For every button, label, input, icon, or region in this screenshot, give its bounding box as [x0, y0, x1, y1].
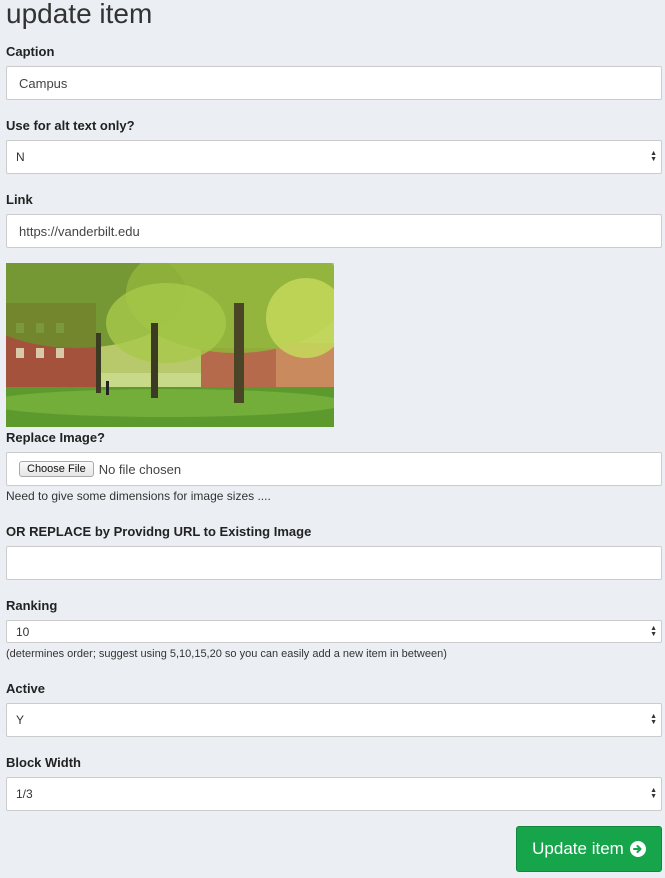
- block-width-value: 1/3: [16, 787, 33, 801]
- link-value: https://vanderbilt.edu: [19, 223, 140, 239]
- choose-file-button[interactable]: Choose File: [19, 461, 94, 477]
- arrow-circle-right-icon: [629, 841, 646, 857]
- link-label: Link: [6, 192, 33, 207]
- active-value: Y: [16, 713, 25, 727]
- ranking-help: (determines order; suggest using 5,10,15…: [6, 648, 447, 660]
- select-arrows-icon: ▲ ▼: [650, 150, 657, 163]
- active-select[interactable]: Y ▲ ▼: [6, 703, 662, 737]
- alt-text-only-value: N: [16, 150, 25, 164]
- ranking-label: Ranking: [6, 598, 58, 613]
- block-width-select[interactable]: 1/3 ▲ ▼: [6, 777, 662, 811]
- select-arrows-icon: ▲ ▼: [650, 713, 657, 726]
- update-item-label: Update item: [532, 839, 624, 858]
- page-title: update item: [6, 0, 153, 29]
- select-arrows-icon: ▲ ▼: [650, 624, 657, 638]
- block-width-label: Block Width: [6, 755, 81, 770]
- ranking-select[interactable]: 10 ▲ ▼: [6, 620, 662, 643]
- select-arrows-icon: ▲ ▼: [650, 787, 657, 800]
- item-image: [6, 263, 334, 427]
- caption-value: Campus: [19, 75, 68, 91]
- caption-input[interactable]: Campus: [6, 66, 662, 100]
- replace-url-input[interactable]: [6, 546, 662, 580]
- replace-image-help: Need to give some dimensions for image s…: [6, 489, 271, 503]
- update-item-button[interactable]: Update item: [516, 826, 662, 872]
- file-status: No file chosen: [98, 461, 182, 477]
- alt-text-only-label: Use for alt text only?: [6, 118, 135, 133]
- caption-label: Caption: [6, 44, 55, 59]
- ranking-value: 10: [16, 624, 30, 639]
- active-label: Active: [6, 681, 46, 696]
- replace-image-file-input[interactable]: Choose File No file chosen: [6, 452, 662, 486]
- replace-image-label: Replace Image?: [6, 430, 105, 445]
- replace-url-label: OR REPLACE by Providng URL to Existing I…: [6, 524, 312, 539]
- alt-text-only-select[interactable]: N ▲ ▼: [6, 140, 662, 174]
- link-input[interactable]: https://vanderbilt.edu: [6, 214, 662, 248]
